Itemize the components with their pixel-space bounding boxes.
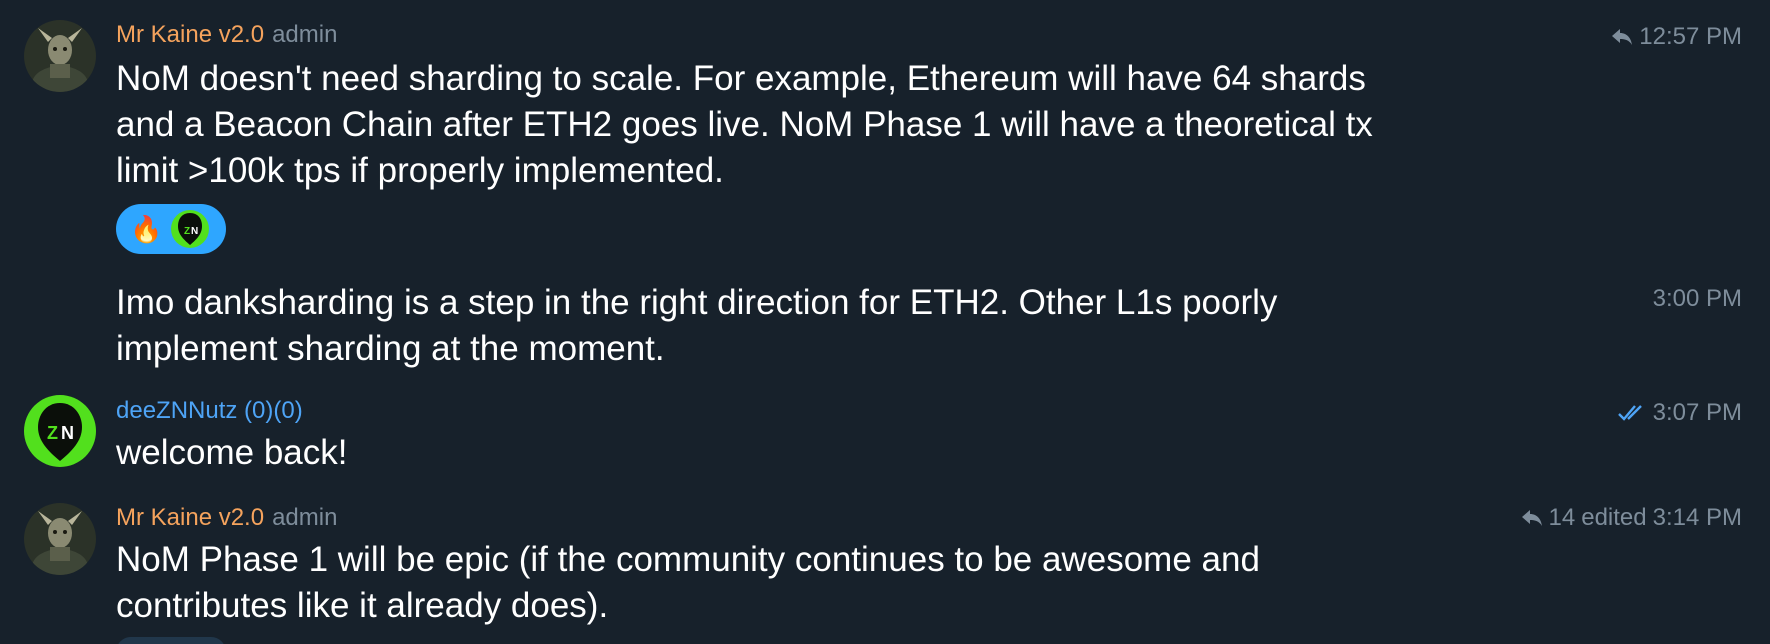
avatar[interactable] [24, 20, 96, 92]
warrior-avatar-icon [24, 503, 96, 575]
warrior-avatar-icon [24, 20, 96, 92]
message-time: 12:57 PM [1639, 23, 1742, 50]
message-item[interactable]: Z N deeZNNutz (0)(0) 3:07 PM welcome bac… [0, 390, 1770, 490]
message-item[interactable]: Mr Kaine v2.0 admin 14 edited 3:14 PM NoM… [0, 500, 1770, 644]
znn-logo-avatar-icon: Z N [24, 395, 96, 467]
reactions-bar[interactable]: 🔥 Z N [116, 204, 226, 254]
author-name[interactable]: deeZNNutz (0)(0) [116, 397, 303, 424]
edited-label: edited [1581, 504, 1647, 531]
author-name[interactable]: Mr Kaine v2.0 [116, 21, 264, 48]
message-time: 3:14 PM [1652, 504, 1742, 531]
reply-icon[interactable] [1611, 27, 1633, 47]
message-item[interactable]: 3:00 PM Imo danksharding is a step in th… [0, 280, 1770, 375]
message-time: 3:07 PM [1652, 399, 1742, 426]
message-meta: 12:57 PM [1611, 22, 1742, 52]
message-text: NoM doesn't need sharding to scale. For … [116, 59, 1373, 190]
message-text: Imo danksharding is a step in the right … [116, 283, 1278, 368]
author-name[interactable]: Mr Kaine v2.0 [116, 504, 264, 531]
avatar[interactable]: Z N [24, 395, 96, 467]
znn-logo-icon[interactable]: Z N [170, 209, 210, 249]
reactions-bar[interactable] [116, 637, 226, 644]
reply-icon[interactable] [1521, 508, 1543, 528]
author-role: admin [272, 504, 338, 531]
author-role: admin [272, 21, 338, 48]
message-item[interactable]: Mr Kaine v2.0 admin 12:57 PM NoM doesn't … [0, 0, 1770, 254]
svg-text:Z: Z [47, 423, 58, 443]
svg-text:N: N [191, 226, 198, 237]
double-check-icon [1617, 405, 1642, 421]
message-text: welcome back! [116, 433, 348, 472]
reply-count[interactable]: 14 [1549, 503, 1576, 533]
message-meta: 3:00 PM [1653, 284, 1742, 314]
svg-text:N: N [61, 423, 74, 443]
fire-emoji-icon[interactable]: 🔥 [130, 214, 162, 244]
message-time: 3:00 PM [1652, 285, 1742, 312]
avatar[interactable] [24, 503, 96, 575]
svg-text:Z: Z [184, 226, 190, 237]
message-meta: 3:07 PM [1617, 398, 1742, 428]
message-meta: 14 edited 3:14 PM [1521, 503, 1742, 533]
chat-message-list[interactable]: Mr Kaine v2.0 admin 12:57 PM NoM doesn't … [0, 0, 1770, 644]
message-text: NoM Phase 1 will be epic (if the communi… [116, 540, 1260, 625]
